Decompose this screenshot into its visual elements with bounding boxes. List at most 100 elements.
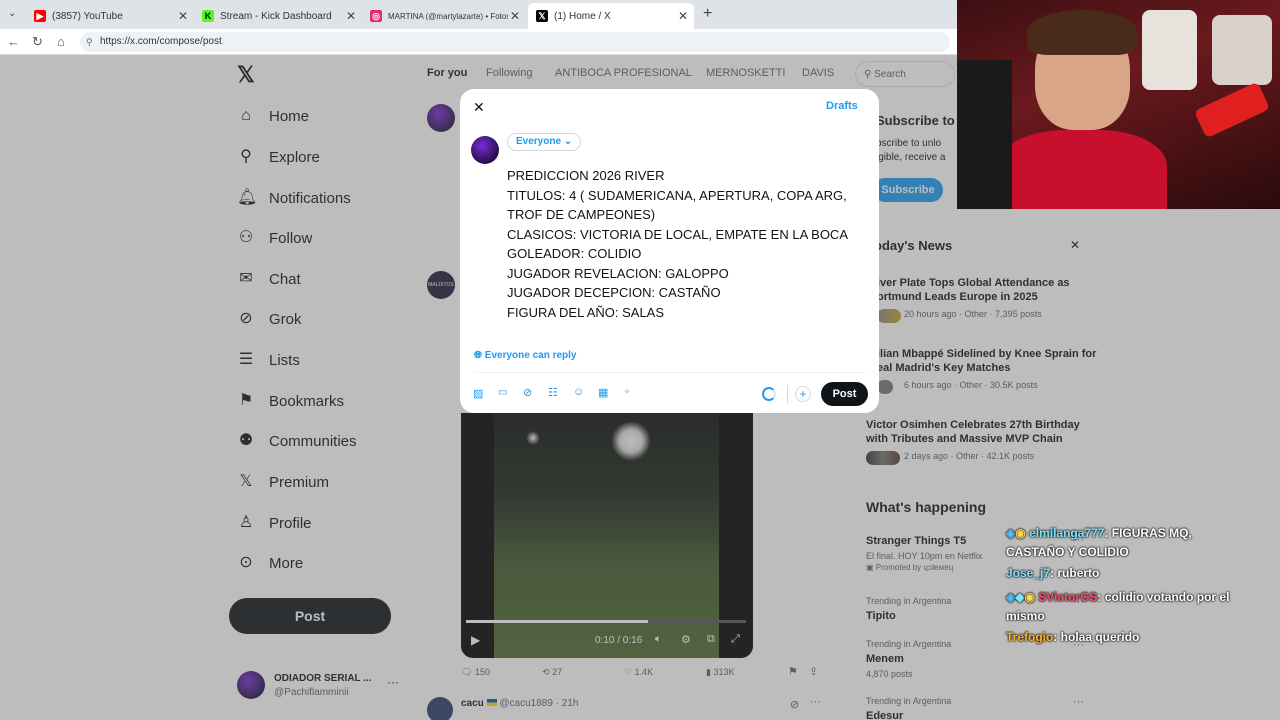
news-avatars [877,309,901,323]
volume-icon[interactable]: 🔈︎ [655,633,662,646]
sidebar-post-button[interactable]: Post [229,598,391,634]
browser-tab-kick[interactable]: K Stream - Kick Dashboard ✕ [194,3,362,29]
sidebar-item-chat[interactable]: ✉ Chat [237,267,300,291]
microphone-arm [1193,81,1271,139]
progress-fill [466,620,648,623]
instagram-icon: ◎ [370,10,382,22]
trend-item[interactable]: Stranger Things T5 El final. HOY 10pm en… [866,534,1006,572]
sidebar-item-explore[interactable]: ⚲ Explore [237,145,320,169]
trend-item[interactable]: Trending in Argentina Tipito [866,596,951,623]
sidebar-item-label: Profile [269,514,312,532]
image-icon[interactable]: ▨ [473,387,483,400]
sidebar-item-bookmarks[interactable]: ⚑ Bookmarks [237,389,344,413]
divider [474,372,866,373]
browser-tab-x[interactable]: 𝕏 (1) Home / X ✕ [528,3,694,29]
reply-setting-button[interactable]: 🌐︎ Everyone can reply [474,350,577,361]
tab-mernosketti[interactable]: MERNOSKETTI [706,67,785,79]
trend-item[interactable]: Trending in Argentina Menem 4,870 posts [866,639,951,679]
views-button[interactable]: ▮ 313K [706,667,735,678]
audience-selector[interactable]: Everyone ⌄ [507,133,582,151]
post-author-name: cacu [461,698,484,709]
compose-line: FIGURA DEL AÑO: SALAS [507,304,665,320]
like-count: 1.4K [634,667,654,677]
sidebar-item-follow[interactable]: ⚇ Follow [237,226,313,250]
search-icon: ⚲ [240,148,252,165]
gif-icon[interactable]: ▭ [498,387,507,398]
fullscreen-icon[interactable]: ⤢ [731,633,740,646]
account-switcher[interactable]: ODIADOR SERIAL ... @Pachiflamminii ··· [237,671,399,701]
play-icon[interactable]: ▶ [471,633,480,647]
home-icon: ⌂ [241,107,251,124]
x-logo-icon[interactable]: 𝕏 [237,62,255,88]
close-icon[interactable]: ✕ [346,9,356,23]
settings-gear-icon[interactable]: ⚙ [681,633,691,646]
schedule-icon[interactable]: ▦ [598,386,608,399]
emoji-icon[interactable]: ☺ [573,386,584,398]
mail-icon: ✉ [239,270,253,287]
search-input[interactable]: ⚲ Search [855,61,955,87]
chat-text: CASTAÑO Y COLIDIO [1006,545,1129,559]
bookmark-icon[interactable]: ⚑ [788,665,798,678]
share-icon[interactable]: ⇪ [809,665,818,678]
close-icon[interactable]: ✕ [1070,238,1080,252]
trend-title: Stranger Things T5 [866,535,967,547]
like-button[interactable]: ♡ 1.4K [624,667,653,678]
pip-icon[interactable]: ⧉ [707,633,715,646]
trend-title: Tipito [866,610,896,622]
more-dots-icon[interactable]: ··· [810,696,821,708]
video-player[interactable]: ▶ 0:10 / 0:16 🔈︎ ⚙ ⧉ ⤢ [461,413,753,658]
home-icon[interactable]: ⌂ [57,34,65,49]
news-item[interactable]: ilian Mbappé Sidelined by Knee Sprain fo… [877,347,1096,390]
tab-antiboca[interactable]: ANTIBOCA PROFESIONAL [555,67,692,79]
trend-context: Trending in Argentina [866,596,952,606]
sidebar-item-more[interactable]: ⊙ More [237,551,303,575]
sidebar-item-profile[interactable]: ♙ Profile [237,511,312,535]
grok-icon[interactable]: ⊘ [790,698,799,711]
compose-textarea[interactable]: PREDICCION 2026 RIVER TITULOS: 4 ( SUDAM… [507,166,872,322]
back-arrow-icon[interactable]: ← [7,34,20,49]
drafts-button[interactable]: Drafts [826,100,858,112]
compose-line: PREDICCION 2026 RIVER [507,168,665,183]
grok-icon[interactable]: ⊘ [523,386,532,399]
tab-for-you[interactable]: For you [427,67,467,79]
close-icon[interactable]: ✕ [678,9,688,23]
chat-text: : holaa querido [1053,630,1140,644]
new-tab-plus-icon[interactable]: + [703,5,712,23]
subscribe-button[interactable]: Subscribe [873,178,943,202]
news-avatars [877,380,893,394]
reload-icon[interactable]: ↻ [32,34,43,50]
sidebar-item-grok[interactable]: ⊘ Grok [237,307,301,331]
post-button[interactable]: Post [821,382,868,406]
news-item[interactable]: iver Plate Tops Global Attendance as ort… [877,276,1070,319]
reply-button[interactable]: 🗨︎ 150 [461,667,490,678]
repost-button[interactable]: ⟲ 27 [542,667,562,678]
chat-username: elmilanga777 [1029,526,1105,540]
tab-davis[interactable]: DAVIS [802,67,834,79]
close-icon[interactable]: ✕ [178,9,188,23]
video-time: 0:10 / 0:16 [595,635,643,646]
browser-tab-instagram[interactable]: ◎ MARTINA (@martylazarte) • Fotos y ✕ [362,3,528,29]
tab-following[interactable]: Following [486,67,532,79]
more-dots-icon[interactable]: ··· [1073,696,1084,708]
close-icon[interactable]: ✕ [507,9,522,23]
sidebar-item-lists[interactable]: ☰ Lists [237,348,300,372]
sidebar-item-notifications[interactable]: 🔔︎ Notifications [237,186,351,210]
url-field[interactable]: ⚲ https://x.com/compose/post [80,32,950,52]
add-post-plus-icon[interactable]: + [795,386,811,402]
close-icon[interactable]: ✕ [473,99,485,116]
reply-count: 150 [474,667,490,677]
progress-track[interactable] [466,620,746,623]
sidebar-item-communities[interactable]: ⚉ Communities [237,429,357,453]
poll-icon[interactable]: ☷ [548,386,558,399]
sidebar-item-label: Explore [269,148,320,166]
site-info-icon[interactable]: ⚲ [86,32,93,52]
promoted-icon: ▣ [866,563,874,572]
location-icon[interactable]: ⌖ [624,386,630,399]
avatar [471,136,499,164]
sidebar-item-premium[interactable]: 𝕏 Premium [237,470,329,494]
trend-item[interactable]: Trending in Argentina Edesur [866,696,951,720]
more-dots-icon[interactable]: ··· [387,675,399,689]
tab-list-chevron-icon[interactable]: ⌄ [8,8,16,19]
sidebar-item-home[interactable]: ⌂ Home [237,104,309,128]
browser-tab-youtube[interactable]: ▶ (3857) YouTube ✕ [26,3,194,29]
